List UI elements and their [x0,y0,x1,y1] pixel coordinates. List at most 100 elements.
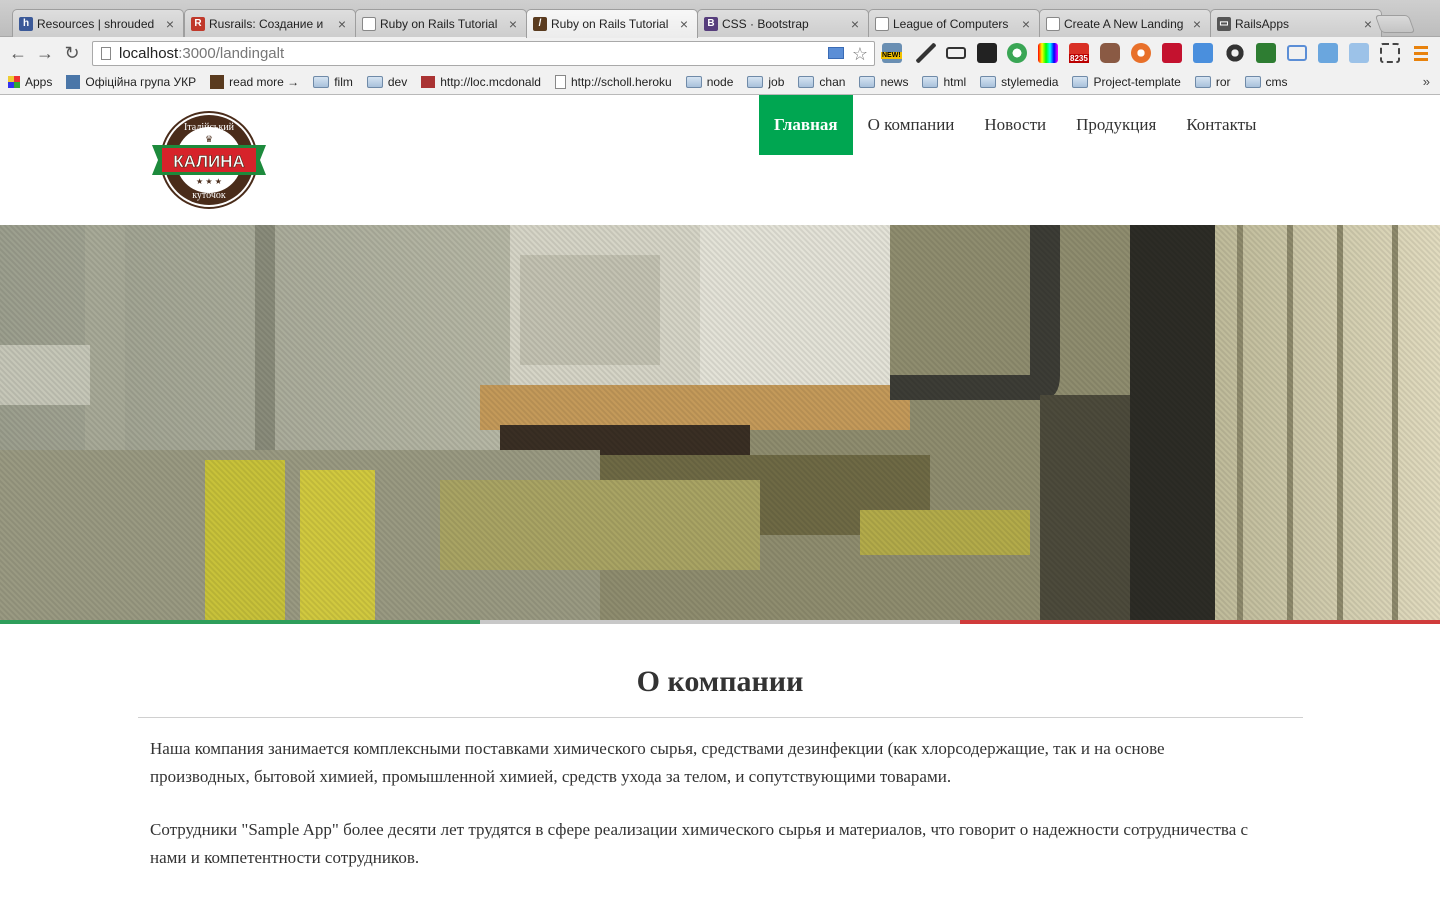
logo-main-text: КАЛИНА [173,152,245,171]
bookmark-label: news [880,75,909,89]
bookmark-label: job [768,75,785,89]
close-icon[interactable]: × [335,16,349,32]
tab-0-label: Resources | shrouded [37,16,155,31]
folder-icon [980,76,997,88]
hero-warehouse-graphic [0,225,1440,620]
new-extension-icon[interactable]: NEW! [881,43,902,63]
tab-5[interactable]: League of Computers × [868,9,1040,37]
nav-item-about[interactable]: О компании [853,95,970,155]
nav-item-news[interactable]: Новости [969,95,1061,155]
tab-0[interactable]: h Resources | shrouded × [12,9,184,37]
tab-4[interactable]: B CSS · Bootstrap × [697,9,869,37]
menu-icon[interactable] [1414,46,1428,61]
new-tab-button[interactable] [1374,15,1416,33]
folder-icon [859,76,876,88]
back-arrow-icon[interactable]: ← [6,41,30,65]
resize-icon[interactable] [1380,43,1400,63]
address-bar[interactable]: localhost:3000/landingalt ☆ [92,41,875,66]
bookmark-label: ror [1215,75,1231,89]
chart-icon[interactable] [977,43,997,63]
vk-icon [66,75,81,89]
tab-3-favicon: / [533,17,547,31]
url-path: :3000/landingalt [178,45,285,62]
translate-icon[interactable] [1193,43,1213,63]
bookmark-dev[interactable]: dev [366,75,407,89]
tab-7[interactable]: ▭ RailsApps × [1210,9,1382,37]
stripe-red [960,620,1440,624]
page-viewport: КАЛИНА Італійський куточок ★ ★ ★ ♛ Главн… [0,95,1440,900]
bookmark-job[interactable]: job [747,75,784,89]
puzzle-icon[interactable] [1318,43,1338,63]
forward-arrow-icon[interactable]: → [33,41,57,65]
bookmarks-bar: Apps Офіційна група УКР read more → film… [0,70,1440,95]
tab-4-favicon: B [704,16,718,31]
bookmark-film[interactable]: film [313,75,353,89]
nav-item-home[interactable]: Главная [759,95,853,155]
gear-icon[interactable] [1225,43,1245,63]
bookmark-star-icon[interactable]: ☆ [852,44,868,65]
browser-toolbar: ← → ↻ localhost:3000/landingalt ☆ NEW! 8… [0,37,1440,70]
folder-icon [366,76,383,88]
close-icon[interactable]: × [506,16,520,32]
tab-6[interactable]: Create A New Landing × [1039,9,1211,37]
window-icon[interactable] [1287,45,1307,61]
bookmark-cms[interactable]: cms [1244,75,1288,89]
close-icon[interactable]: × [1019,16,1033,32]
bookmark-project-template[interactable]: Project-template [1072,75,1181,89]
rss-icon[interactable] [828,47,844,59]
bookmark-read-more[interactable]: read more → [210,75,299,89]
bookmark-label: film [334,75,353,89]
nav-item-contacts[interactable]: Контакты [1171,95,1271,155]
bookmark-apps[interactable]: Apps [8,75,52,89]
chevron-right-icon[interactable]: » [1423,74,1430,89]
fox-icon[interactable] [1131,43,1151,63]
tab-3[interactable]: / Ruby on Rails Tutorial × [526,9,698,38]
bookmark-html[interactable]: html [922,75,966,89]
tab-7-favicon: ▭ [1217,16,1231,31]
bookmark-label: http://scholl.heroku [570,75,672,89]
tab-4-label: CSS · Bootstrap [722,16,809,31]
about-paragraph-1: Наша компания занимается комплексными по… [150,739,1165,786]
close-icon[interactable]: × [848,16,862,32]
gmail-icon[interactable]: 8235 [1069,43,1089,63]
reload-icon[interactable]: ↻ [60,41,84,65]
site-logo[interactable]: КАЛИНА Італійський куточок ★ ★ ★ ♛ [150,110,268,210]
sync-icon[interactable] [1007,43,1027,63]
bookmark-node[interactable]: node [685,75,733,89]
tab-2[interactable]: Ruby on Rails Tutorial × [355,9,527,37]
bookmark-label: Apps [25,75,53,89]
nav-item-products[interactable]: Продукция [1061,95,1171,155]
bookmark-chan[interactable]: chan [798,75,845,89]
bookmark-vk[interactable]: Офіційна група УКР [66,75,196,89]
url-text: localhost:3000/landingalt [119,45,284,62]
close-icon[interactable]: × [1361,16,1375,32]
e-icon[interactable] [1162,43,1182,63]
instagram-icon[interactable] [1100,43,1120,63]
folder-ext-icon[interactable] [1349,43,1369,63]
tab-6-label: Create A New Landing [1064,16,1184,31]
bookmark-ror[interactable]: ror [1194,75,1231,89]
ruby-icon [210,75,225,89]
close-icon[interactable]: × [1190,16,1204,32]
ruler-icon[interactable] [946,47,966,59]
folder-icon [922,76,939,88]
tab-1[interactable]: R Rusrails: Создание и × [184,9,356,37]
close-icon[interactable]: × [163,16,177,32]
tab-1-favicon: R [191,16,205,31]
color-picker-icon[interactable] [1038,43,1058,63]
folder-icon [1194,76,1211,88]
bookmark-scholl[interactable]: http://scholl.heroku [554,75,672,89]
bookmark-news[interactable]: news [859,75,908,89]
tab-3-label: Ruby on Rails Tutorial [551,17,669,31]
tab-5-label: League of Computers [893,16,1009,31]
close-icon[interactable]: × [677,16,691,32]
flag-stripes [0,620,1440,624]
bw-icon[interactable] [1256,43,1276,63]
bookmark-label: Офіційна група УКР [85,75,197,89]
bookmark-stylemedia[interactable]: stylemedia [980,75,1058,89]
bookmark-label: http://loc.mcdonald [440,75,541,89]
eyedropper-icon[interactable] [916,43,936,63]
bookmark-mcdonald[interactable]: http://loc.mcdonald [421,75,541,89]
bookmark-label: stylemedia [1001,75,1059,89]
new-badge: NEW! [881,52,902,59]
